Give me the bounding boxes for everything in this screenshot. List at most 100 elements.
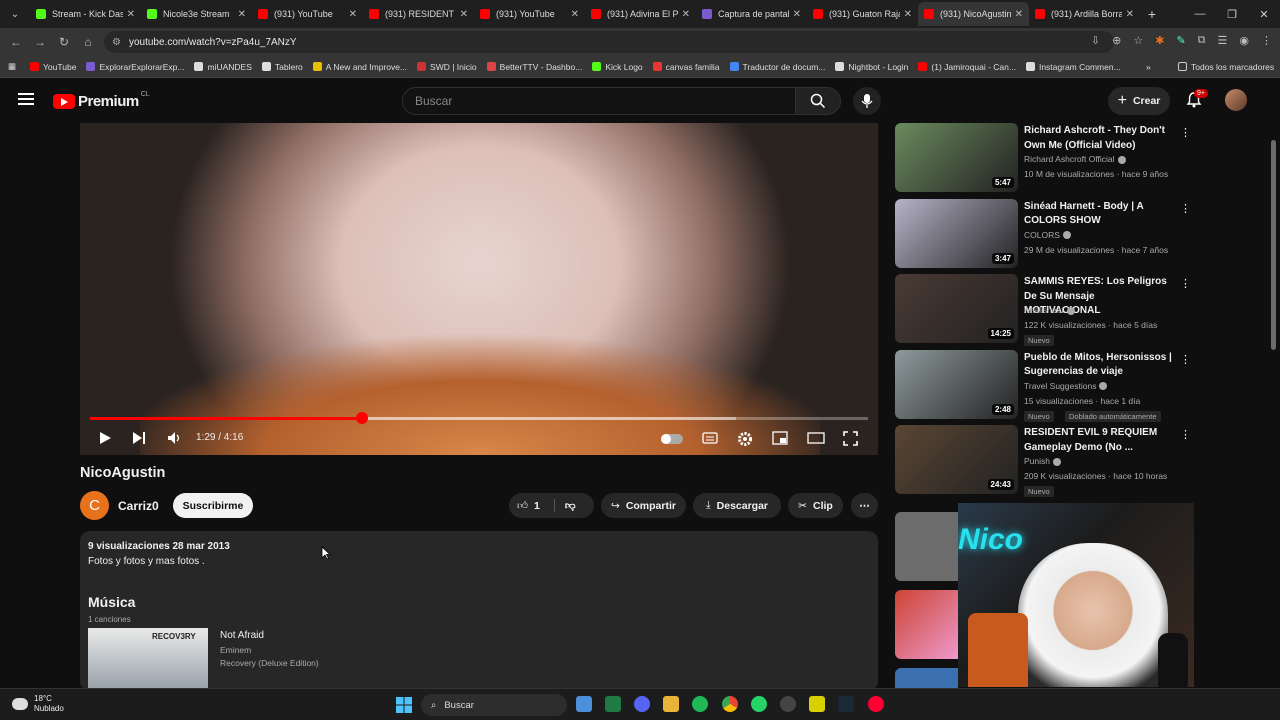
tab-close-icon[interactable]: ✕ — [571, 9, 579, 20]
bookmark-item[interactable]: miUANDES — [194, 62, 252, 72]
extension-2-icon[interactable]: ✎ — [1176, 34, 1185, 47]
recommendation-item[interactable]: 14:25 SAMMIS REYES: Los Peligros De Su Me… — [895, 274, 1195, 346]
subtitles-icon[interactable] — [702, 431, 718, 445]
opera-app-icon[interactable] — [868, 696, 884, 712]
bookmark-item[interactable]: Traductor de docum... — [729, 62, 825, 72]
page-scrollbar[interactable] — [1271, 140, 1276, 350]
bookmark-item[interactable]: Kick Logo — [592, 62, 643, 72]
recommendation-thumbnail-partial[interactable] — [895, 512, 958, 581]
new-tab-icon[interactable]: + — [1140, 6, 1164, 22]
excel-app-icon[interactable] — [605, 696, 621, 712]
tab-close-icon[interactable]: ✕ — [349, 9, 357, 20]
discord-app-icon[interactable] — [634, 696, 650, 712]
sidebar-icon[interactable]: ☰ — [1218, 34, 1228, 47]
weather-widget[interactable]: 18°C Nublado — [12, 694, 64, 714]
search-input[interactable]: Buscar — [402, 87, 796, 115]
youtube-logo[interactable]: Premium CL — [53, 91, 150, 110]
clip-button[interactable]: ✂ Clip — [788, 493, 843, 518]
create-button[interactable]: + Crear — [1108, 87, 1170, 115]
browser-tab[interactable]: Nicole3e Stream ✕ — [141, 2, 252, 26]
recommendation-title[interactable]: Sinéad Harnett - Body | A COLORS SHOW — [1024, 200, 1172, 229]
bookmark-item[interactable]: BetterTTV - Dashbo... — [486, 62, 582, 72]
description-box[interactable]: 9 visualizaciones 28 mar 2013 Fotos y fo… — [80, 531, 878, 691]
channel-avatar[interactable]: C — [80, 491, 109, 520]
bookmark-item[interactable]: Instagram Commen... — [1025, 62, 1121, 72]
all-bookmarks[interactable]: Todos los marcadores — [1178, 62, 1274, 72]
play-icon[interactable] — [98, 431, 112, 445]
bookmark-item[interactable]: A New and Improve... — [312, 62, 407, 72]
settings-gear-icon[interactable] — [737, 431, 753, 447]
tab-close-icon[interactable]: ✕ — [1015, 9, 1023, 20]
site-info-icon[interactable]: ⚙ — [112, 37, 121, 48]
recommendation-channel[interactable]: Punish — [1024, 456, 1061, 466]
progress-scrubber[interactable] — [355, 412, 368, 424]
tab-close-icon[interactable]: ✕ — [127, 9, 135, 20]
recommendation-item[interactable]: 5:47 Richard Ashcroft - They Don't Own Me… — [895, 123, 1195, 195]
dislike-icon[interactable]: 👎︎ — [553, 499, 576, 512]
recommendation-thumbnail[interactable]: 5:47 — [895, 123, 1018, 192]
spotify-app-icon[interactable] — [692, 696, 708, 712]
recommendation-channel[interactable]: Richard Ashcroft Official — [1024, 154, 1126, 164]
recommendation-title[interactable]: Richard Ashcroft - They Don't Own Me (Of… — [1024, 124, 1172, 153]
install-icon[interactable]: ⇩ — [1091, 34, 1100, 47]
apps-grid-icon[interactable]: ▦ — [8, 61, 16, 72]
extension-icon[interactable]: ✱ — [1155, 34, 1164, 47]
more-vertical-icon[interactable]: ⋮ — [1180, 428, 1191, 441]
bookmark-item[interactable]: YouTube — [30, 62, 76, 72]
obs-app-icon[interactable] — [780, 696, 796, 712]
tab-search-menu-icon[interactable]: ⌄ — [4, 3, 26, 25]
browser-tab[interactable]: (931) YouTube ✕ — [474, 2, 585, 26]
tab-close-icon[interactable]: ✕ — [460, 9, 468, 20]
profile-icon[interactable]: ◉ — [1239, 34, 1249, 47]
browser-tab[interactable]: (931) Adivina El País ✕ — [585, 2, 696, 26]
windows-start-icon[interactable] — [396, 697, 412, 713]
channel-name[interactable]: Carriz0 — [118, 499, 159, 513]
account-avatar[interactable] — [1225, 89, 1247, 111]
more-actions-button[interactable]: ⋯ — [851, 493, 878, 518]
subscribe-button[interactable]: Suscribirme — [173, 493, 253, 518]
bookmark-item[interactable]: (1) Jamiroquai - Can... — [918, 62, 1016, 72]
whatsapp-app-icon[interactable] — [751, 696, 767, 712]
album-cover[interactable]: RECOV3RY — [88, 628, 208, 688]
fullscreen-icon[interactable] — [843, 431, 858, 446]
extensions-puzzle-icon[interactable]: ⧉ — [1198, 34, 1206, 47]
bookmark-item[interactable]: canvas familia — [652, 62, 720, 72]
recommendation-thumbnail[interactable]: 24:43 — [895, 425, 1018, 494]
next-icon[interactable] — [132, 431, 146, 445]
tab-close-icon[interactable]: ✕ — [238, 9, 246, 20]
recommendation-thumbnail[interactable]: 3:47 — [895, 198, 1018, 268]
tab-close-icon[interactable]: ✕ — [793, 9, 801, 20]
recommendation-channel[interactable]: Analisheet — [1024, 305, 1075, 315]
hamburger-menu-icon[interactable] — [18, 93, 34, 105]
voice-search-button[interactable] — [853, 87, 881, 115]
minimize-icon[interactable]: — — [1184, 8, 1216, 20]
browser-tab[interactable]: (931) Guaton Raja ✕ — [807, 2, 918, 26]
bookmark-item[interactable]: Tablero — [261, 62, 303, 72]
tab-close-icon[interactable]: ✕ — [1126, 9, 1134, 20]
share-button[interactable]: ↪ Compartir — [601, 493, 686, 518]
theater-mode-icon[interactable] — [807, 431, 825, 445]
zoom-icon[interactable]: ⊕ — [1112, 34, 1121, 47]
bookmarks-overflow-icon[interactable]: » — [1146, 62, 1151, 72]
bookmark-item[interactable]: Nightbot - Login — [835, 62, 908, 72]
recommendation-item[interactable]: 24:43 RESIDENT EVIL 9 REQUIEM Gameplay De… — [895, 425, 1195, 497]
browser-tab[interactable]: (931) RESIDENT EVIL ✕ — [363, 2, 474, 26]
sticky-notes-app-icon[interactable] — [809, 696, 825, 712]
file-explorer-icon[interactable] — [663, 696, 679, 712]
tab-close-icon[interactable]: ✕ — [904, 9, 912, 20]
url-field[interactable]: ⚙ youtube.com/watch?v=zPa4u_7ANzY — [104, 31, 1114, 53]
browser-tab[interactable]: Captura de pantalla ✕ — [696, 2, 807, 26]
close-window-icon[interactable]: ✕ — [1248, 8, 1280, 21]
more-vertical-icon[interactable]: ⋮ — [1180, 126, 1191, 139]
bookmark-star-icon[interactable]: ☆ — [1133, 34, 1143, 47]
more-vertical-icon[interactable]: ⋮ — [1180, 277, 1191, 290]
recommendation-thumbnail[interactable]: 2:48 — [895, 349, 1018, 419]
taskbar-search-input[interactable]: ⌕ Buscar — [421, 694, 567, 716]
download-button[interactable]: ⤓ Descargar — [693, 493, 781, 518]
chrome-menu-icon[interactable]: ⋮ — [1261, 34, 1272, 47]
back-icon[interactable]: ← — [4, 35, 28, 49]
recommendation-title[interactable]: Pueblo de Mitos, Hersonissos | Sugerenci… — [1024, 351, 1172, 380]
recommendation-item[interactable]: 2:48 Pueblo de Mitos, Hersonissos | Suger… — [895, 349, 1195, 422]
restore-icon[interactable]: ❐ — [1216, 8, 1248, 21]
reload-icon[interactable]: ↻ — [52, 35, 76, 49]
